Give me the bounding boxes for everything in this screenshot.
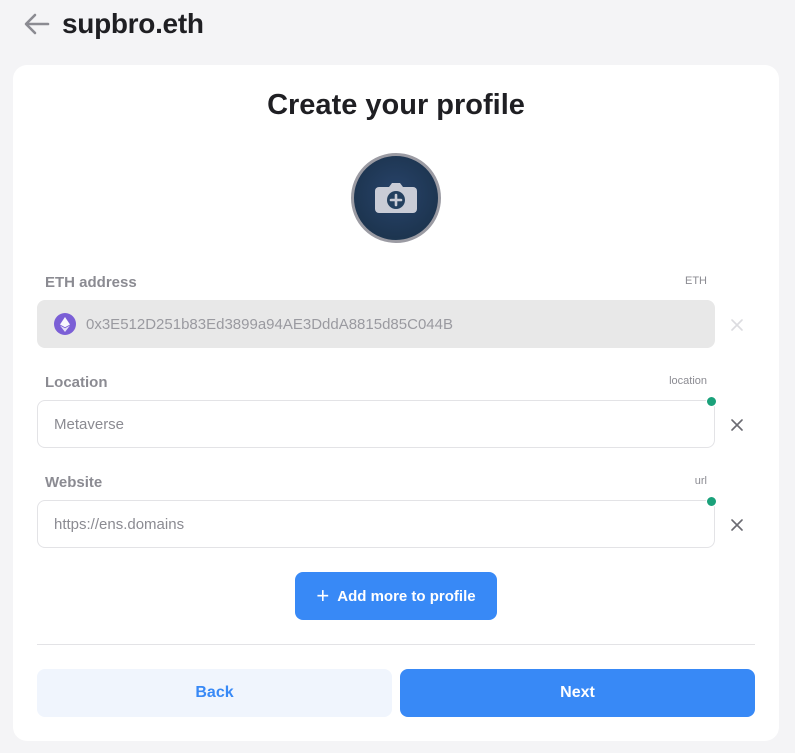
location-input[interactable]: Metaverse <box>37 400 715 448</box>
website-input[interactable]: https://ens.domains <box>37 500 715 548</box>
profile-card: Create your profile ETH address ETH 0x3E… <box>13 65 779 741</box>
location-status-dot <box>706 396 717 407</box>
eth-address-label: ETH address <box>45 274 137 291</box>
location-tag: location <box>669 375 707 387</box>
eth-address-value: 0x3E512D251b83Ed3899a94AE3DddA8815d85C04… <box>86 315 453 333</box>
website-tag: url <box>694 475 707 487</box>
website-clear-icon[interactable] <box>728 516 746 534</box>
avatar-upload-button[interactable] <box>351 153 441 243</box>
website-status-dot <box>706 496 717 507</box>
website-label: Website <box>45 474 103 491</box>
back-button[interactable]: Back <box>37 669 392 717</box>
ethereum-icon <box>54 313 76 335</box>
plus-icon: + <box>316 583 330 608</box>
camera-plus-icon <box>375 183 417 213</box>
location-clear-icon[interactable] <box>728 416 746 434</box>
divider <box>37 644 755 645</box>
next-button[interactable]: Next <box>400 669 755 717</box>
location-label: Location <box>45 374 108 391</box>
back-arrow-icon[interactable] <box>24 11 50 37</box>
eth-address-field: 0x3E512D251b83Ed3899a94AE3DddA8815d85C04… <box>37 300 715 348</box>
eth-address-clear-icon <box>728 316 746 334</box>
website-value: https://ens.domains <box>54 515 185 533</box>
page-header: supbro.eth <box>24 8 204 40</box>
add-more-button[interactable]: + Add more to profile <box>295 572 497 620</box>
eth-address-tag: ETH <box>685 275 707 287</box>
location-value: Metaverse <box>54 415 125 433</box>
page-title: supbro.eth <box>62 8 204 39</box>
card-title: Create your profile <box>267 89 525 121</box>
add-more-label: Add more to profile <box>337 587 476 605</box>
